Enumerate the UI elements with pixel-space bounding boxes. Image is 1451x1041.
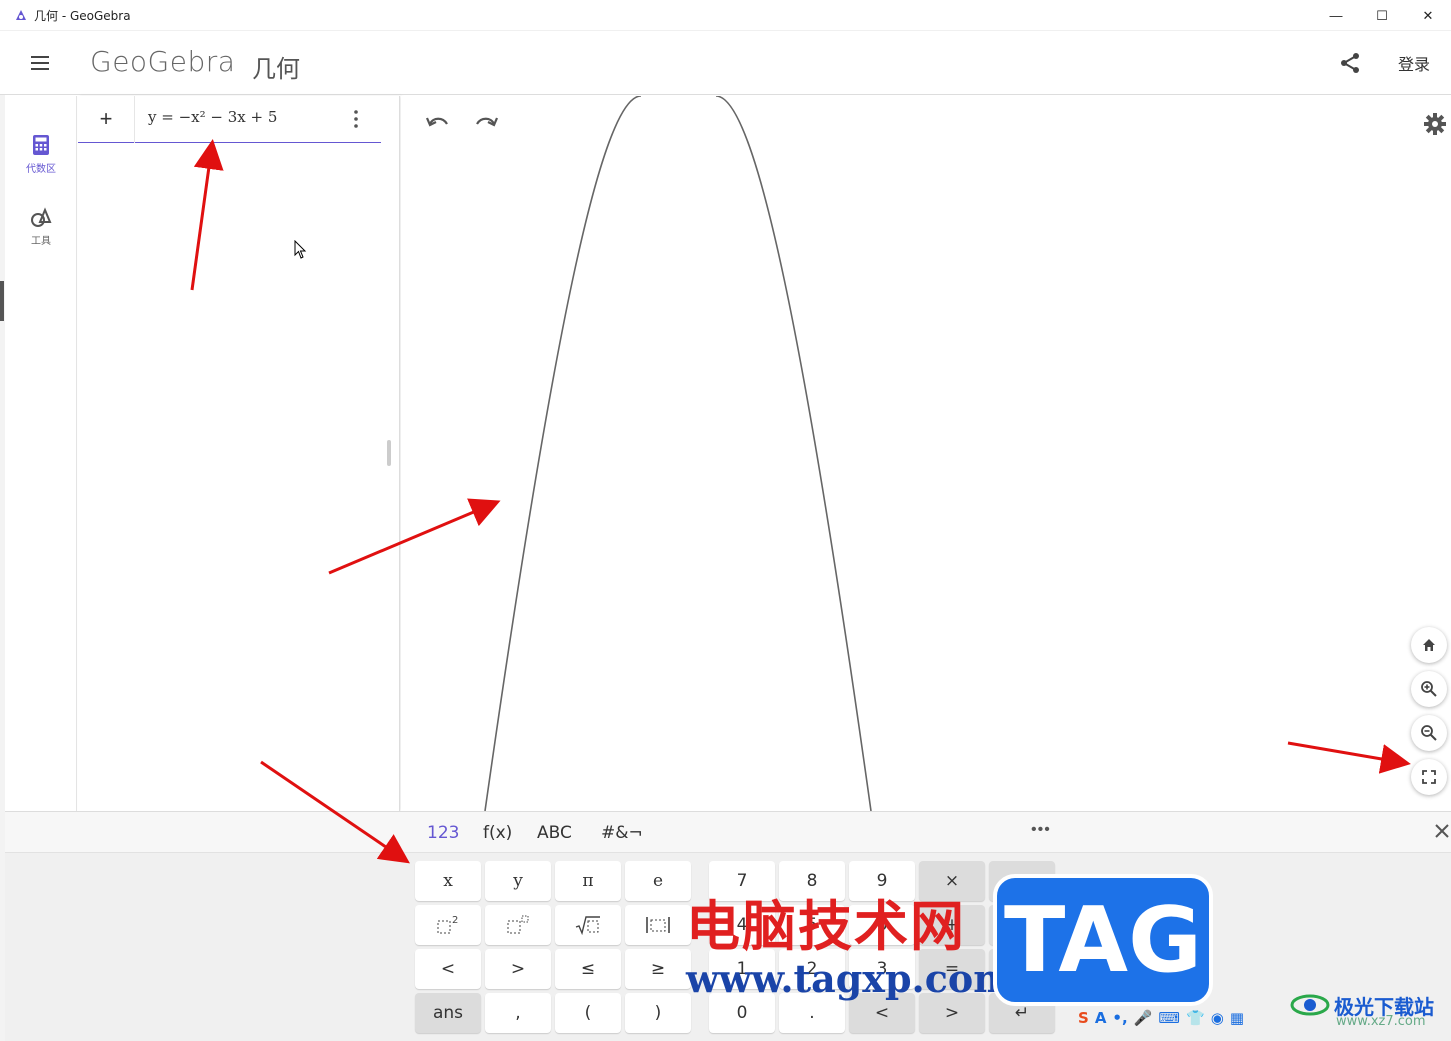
site-logo-url: www.xz7.com: [1336, 1014, 1426, 1029]
ime-sogou-icon: S: [1078, 1009, 1089, 1027]
sqrt-template-icon: [575, 916, 600, 935]
key-greater-equal[interactable]: ≥: [625, 949, 691, 989]
abs-template-icon: [646, 917, 670, 933]
algebra-input-row[interactable]: + y = −x² − 3x + 5: [78, 96, 381, 143]
watermark-site-logo: 极光下载站 www.xz7.com: [1290, 990, 1434, 1029]
ime-apps-icon: ▦: [1229, 1009, 1245, 1027]
ime-toolbar: S A •, 🎤 ⌨ 👕 ◉ ▦: [1078, 1004, 1244, 1032]
algebra-view: + y = −x² − 3x + 5: [78, 96, 400, 811]
key-y[interactable]: y: [485, 861, 551, 901]
zoom-out-icon: [1421, 725, 1437, 741]
window-controls: — ☐ ✕: [1313, 0, 1451, 31]
fullscreen-icon: [1422, 770, 1436, 784]
ime-mic-icon: 🎤: [1133, 1009, 1153, 1027]
calculator-icon: [33, 135, 49, 155]
key-less-equal[interactable]: ≤: [555, 949, 621, 989]
zoom-in-button[interactable]: [1411, 671, 1447, 707]
row-divider: [134, 96, 135, 143]
window-title: 几何 - GeoGebra: [34, 8, 131, 23]
sidebar-item-tools[interactable]: 工具: [5, 206, 77, 247]
sidebar-item-label: 代数区: [26, 164, 56, 175]
key-comma[interactable]: ,: [485, 993, 551, 1033]
key-pi[interactable]: π: [555, 861, 621, 901]
ime-game-icon: ◉: [1210, 1009, 1224, 1027]
tab-functions[interactable]: f(x): [483, 823, 512, 843]
hamburger-menu-icon[interactable]: [30, 53, 52, 73]
watermark-text: 电脑技术网: [686, 895, 966, 958]
key-close-paren[interactable]: ): [625, 993, 691, 1033]
key-less-than[interactable]: <: [415, 949, 481, 989]
key-square[interactable]: 2: [415, 905, 481, 945]
key-ans[interactable]: ans: [415, 993, 481, 1033]
close-icon[interactable]: [1433, 822, 1451, 840]
app-header: GeoGebra 几何 登录: [0, 31, 1451, 95]
more-options-button[interactable]: •••: [1031, 821, 1051, 839]
watermark-url: www.tagxp.com: [686, 956, 1014, 1001]
keyboard-tabs: 123 f(x) ABC #&¬ •••: [5, 812, 1451, 853]
key-e[interactable]: e: [625, 861, 691, 901]
parabola-curve[interactable]: [401, 96, 1451, 811]
panel-resize-handle[interactable]: [387, 440, 391, 466]
watermark-tag-logo: TAG: [993, 874, 1213, 1006]
home-view-button[interactable]: [1411, 627, 1447, 663]
app-name: 几何: [252, 55, 300, 83]
zoom-in-icon: [1421, 681, 1437, 697]
power-template-icon: [507, 915, 529, 934]
key-sqrt[interactable]: [555, 905, 621, 945]
fullscreen-button[interactable]: [1411, 759, 1447, 795]
maximize-button[interactable]: ☐: [1359, 0, 1405, 31]
minimize-button[interactable]: —: [1313, 0, 1359, 31]
view-sidebar: 代数区 工具: [5, 96, 77, 811]
edge-marker: [0, 281, 4, 321]
tab-abc[interactable]: ABC: [537, 823, 572, 843]
login-button[interactable]: 登录: [1398, 51, 1430, 75]
more-vertical-icon[interactable]: [348, 108, 364, 130]
key-power[interactable]: [485, 905, 551, 945]
key-greater-than[interactable]: >: [485, 949, 551, 989]
mouse-cursor-icon: [294, 240, 307, 259]
tools-icon: [31, 207, 52, 227]
tab-123[interactable]: 123: [427, 823, 459, 843]
sidebar-item-algebra[interactable]: 代数区: [5, 134, 77, 175]
key-x[interactable]: x: [415, 861, 481, 901]
tab-symbols[interactable]: #&¬: [601, 823, 643, 843]
add-item-button[interactable]: +: [92, 106, 120, 134]
key-abs[interactable]: [625, 905, 691, 945]
share-icon[interactable]: [1338, 51, 1362, 75]
ime-mode-icon: A: [1094, 1009, 1107, 1027]
site-logo-icon: [1290, 994, 1330, 1016]
close-window-button[interactable]: ✕: [1405, 0, 1451, 31]
home-icon: [1423, 639, 1435, 651]
svg-text:2: 2: [452, 915, 458, 926]
square-template-icon: 2: [437, 915, 458, 934]
geogebra-app-icon: [16, 10, 26, 20]
sidebar-item-label: 工具: [31, 236, 51, 247]
zoom-out-button[interactable]: [1411, 715, 1447, 751]
brand-logo: GeoGebra: [90, 45, 236, 78]
ime-punct-icon: •,: [1112, 1009, 1128, 1027]
key-open-paren[interactable]: (: [555, 993, 621, 1033]
ime-keyboard-icon: ⌨: [1158, 1009, 1181, 1027]
algebra-formula-input[interactable]: y = −x² − 3x + 5: [148, 108, 277, 126]
window-titlebar: 几何 - GeoGebra — ☐ ✕: [0, 0, 1451, 31]
ime-skin-icon: 👕: [1186, 1009, 1205, 1027]
graphics-view[interactable]: [401, 96, 1451, 811]
